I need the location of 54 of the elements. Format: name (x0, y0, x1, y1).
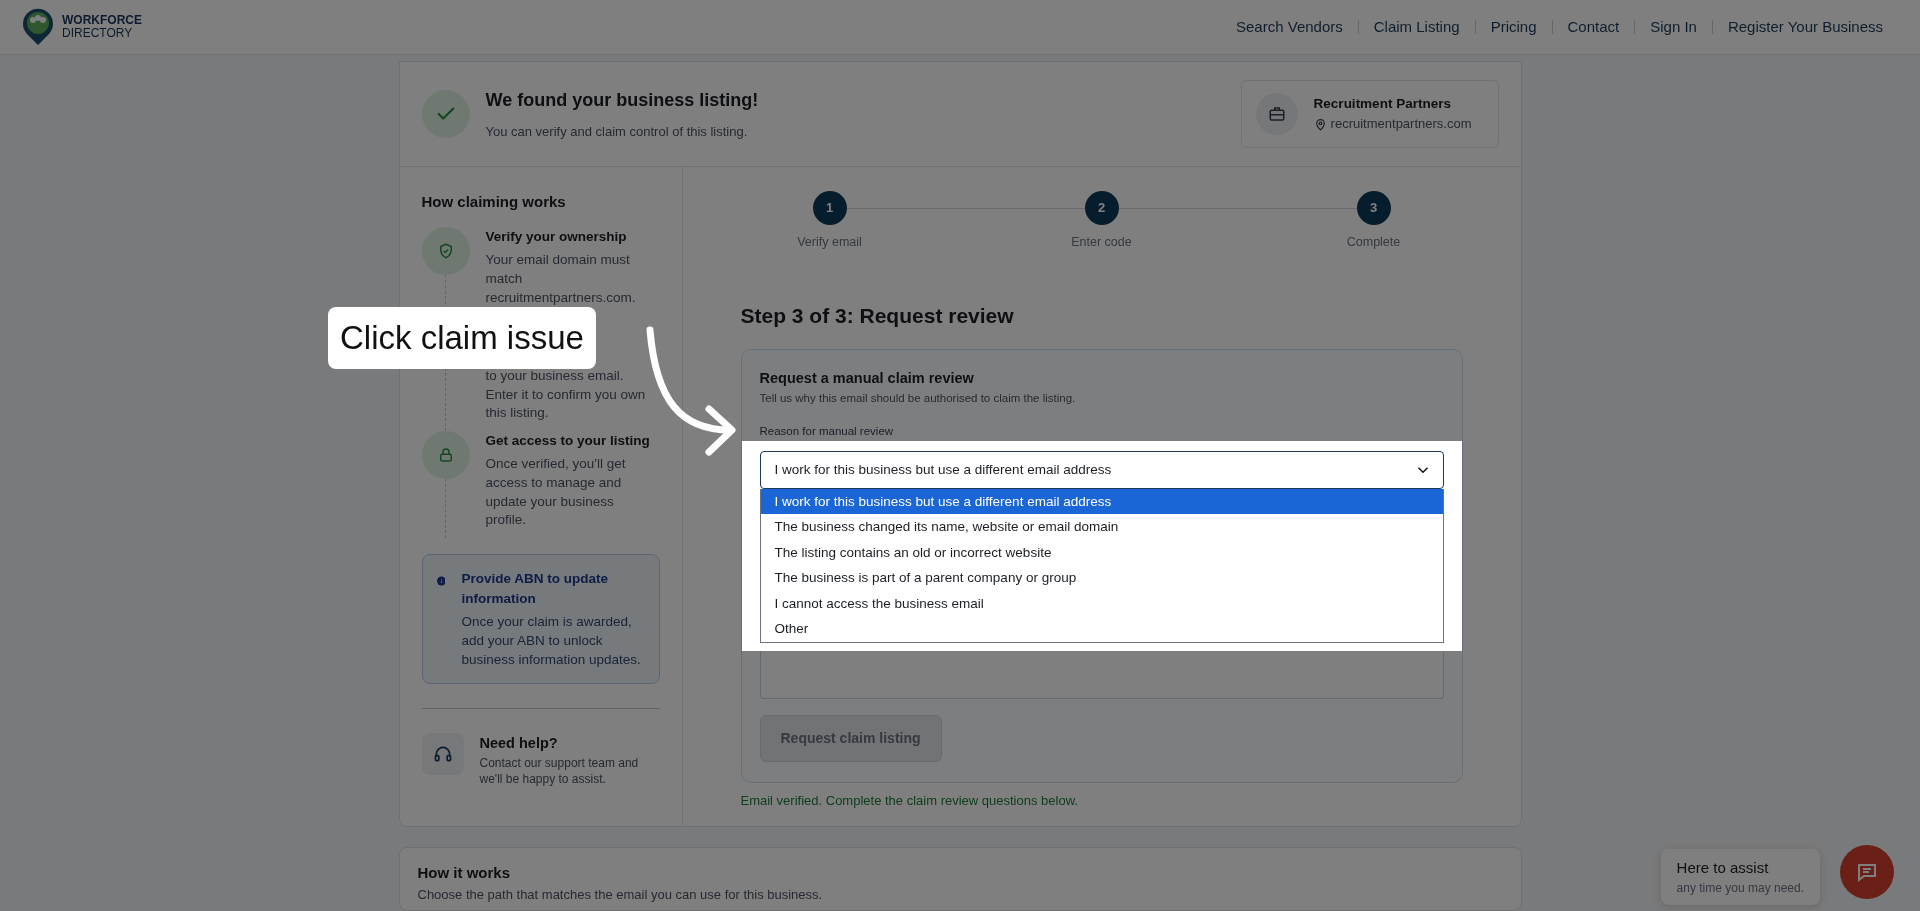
dropdown-option[interactable]: The listing contains an old or incorrect website (760, 539, 1443, 566)
review-subtitle: Tell us why this email should be authorised to claim the listing. (759, 391, 1077, 406)
info-text: Once your claim is awarded, add your ABN to unlock business information updates. (461, 613, 642, 669)
dropdown-option[interactable]: I cannot access the business email (760, 590, 1443, 617)
review-title: Request a manual claim review (759, 369, 975, 389)
step-text: Once verified, you'll get access to manage and update your business profile. (485, 455, 627, 530)
nav-link[interactable]: Contact (1552, 15, 1635, 39)
step-label: Verify email (797, 234, 862, 251)
business-website: recruitmentpartners.com (1330, 115, 1472, 134)
dropdown-option[interactable]: The business changed its name, website or email domain (760, 514, 1443, 540)
logo-icon[interactable] (22, 8, 54, 46)
nav-link[interactable]: Claim Listing (1358, 15, 1475, 39)
nav-link[interactable]: Sign In (1635, 15, 1712, 39)
chat-text: any time you may need. (1676, 880, 1804, 897)
step-title: Verify your ownership (485, 228, 628, 246)
step-number: 2 (1084, 191, 1119, 225)
headset-icon (421, 733, 464, 776)
chat-title: Here to assist (1676, 857, 1770, 878)
listing-title: We found your business listing! (485, 88, 759, 112)
lock-icon (421, 431, 470, 479)
info-title: Provide ABN to update information (461, 569, 609, 608)
nav-link[interactable]: Search Vendors (1221, 15, 1358, 39)
location-pin-icon (1313, 117, 1327, 131)
step-label: Complete (1346, 234, 1401, 251)
how-title: How it works (417, 863, 511, 884)
dropdown-option[interactable]: I work for this business but use a different email address (760, 488, 1443, 515)
help-text: Contact our support team and we'll be happy to assist. (479, 754, 640, 788)
step-number: 1 (812, 191, 847, 225)
reason-select[interactable]: I work for this business but use a different email address (759, 450, 1444, 489)
logo-text[interactable]: WORKFORCE DIRECTORY (62, 14, 142, 40)
shield-check-icon (421, 227, 470, 275)
step-text: Your email domain must match recruitmentpartners.com. (485, 251, 637, 307)
chat-button[interactable] (1840, 845, 1894, 899)
dropdown-option[interactable]: The business is part of a parent company or group (760, 565, 1443, 591)
step-title: Get access to your listing (485, 432, 651, 450)
field-label: Reason for manual review (759, 424, 895, 440)
sidebar-title: How claiming works (421, 193, 567, 211)
step-text: to your business email. Enter it to confirm you own this listing. (485, 367, 647, 423)
business-name: Recruitment Partners (1313, 95, 1452, 114)
details-field[interactable] (759, 650, 1444, 699)
status-message: Email verified. Complete the claim review questions below. (740, 791, 1079, 810)
step-label: Enter code (1071, 234, 1132, 251)
nav-link[interactable]: Pricing (1475, 15, 1552, 39)
nav-link[interactable]: Register Your Business (1712, 15, 1898, 39)
dropdown-option[interactable]: Other (760, 616, 1443, 642)
step-heading: Step 3 of 3: Request review (740, 302, 1015, 329)
annotation-callout: Click claim issue (328, 307, 596, 369)
help-title: Need help? (479, 734, 559, 754)
listing-subtitle: You can verify and claim control of this listing. (485, 122, 749, 141)
step-number: 3 (1356, 191, 1391, 225)
chat-bubble[interactable]: Here to assist any time you may need. (1660, 848, 1820, 905)
how-text: Choose the path that matches the email you can use for this business. (417, 885, 824, 904)
briefcase-icon (1255, 93, 1298, 135)
check-icon (421, 90, 470, 138)
